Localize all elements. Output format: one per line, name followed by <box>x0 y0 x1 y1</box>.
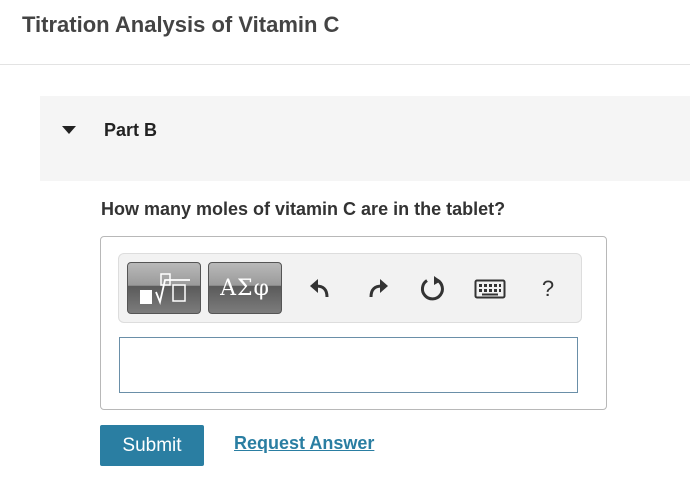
symbols-button[interactable]: ΑΣφ <box>208 262 282 314</box>
keyboard-icon <box>474 279 506 299</box>
templates-icon <box>140 273 190 306</box>
part-header[interactable]: Part B <box>40 96 690 181</box>
symbols-label: ΑΣφ <box>220 275 270 301</box>
redo-button[interactable] <box>363 274 393 304</box>
reset-button[interactable] <box>418 274 448 304</box>
math-toolbar: ΑΣφ ? <box>118 253 582 323</box>
collapse-caret-icon[interactable] <box>62 126 76 134</box>
answer-box: ΑΣφ ? <box>100 236 607 410</box>
page-title: Titration Analysis of Vitamin C <box>22 12 340 37</box>
submit-button[interactable]: Submit <box>100 425 204 466</box>
question-text: How many moles of vitamin C are in the t… <box>101 199 506 219</box>
redo-icon <box>369 279 388 298</box>
undo-icon <box>310 279 329 298</box>
keyboard-button[interactable] <box>473 274 507 304</box>
help-button[interactable]: ? <box>533 274 563 304</box>
undo-button[interactable] <box>305 274 335 304</box>
request-answer-link[interactable]: Request Answer <box>234 433 374 454</box>
templates-button[interactable] <box>127 262 201 314</box>
part-label: Part B <box>104 120 158 140</box>
reset-icon <box>420 276 444 301</box>
divider <box>0 64 690 65</box>
answer-input[interactable] <box>119 337 578 393</box>
help-label: ? <box>541 276 555 301</box>
